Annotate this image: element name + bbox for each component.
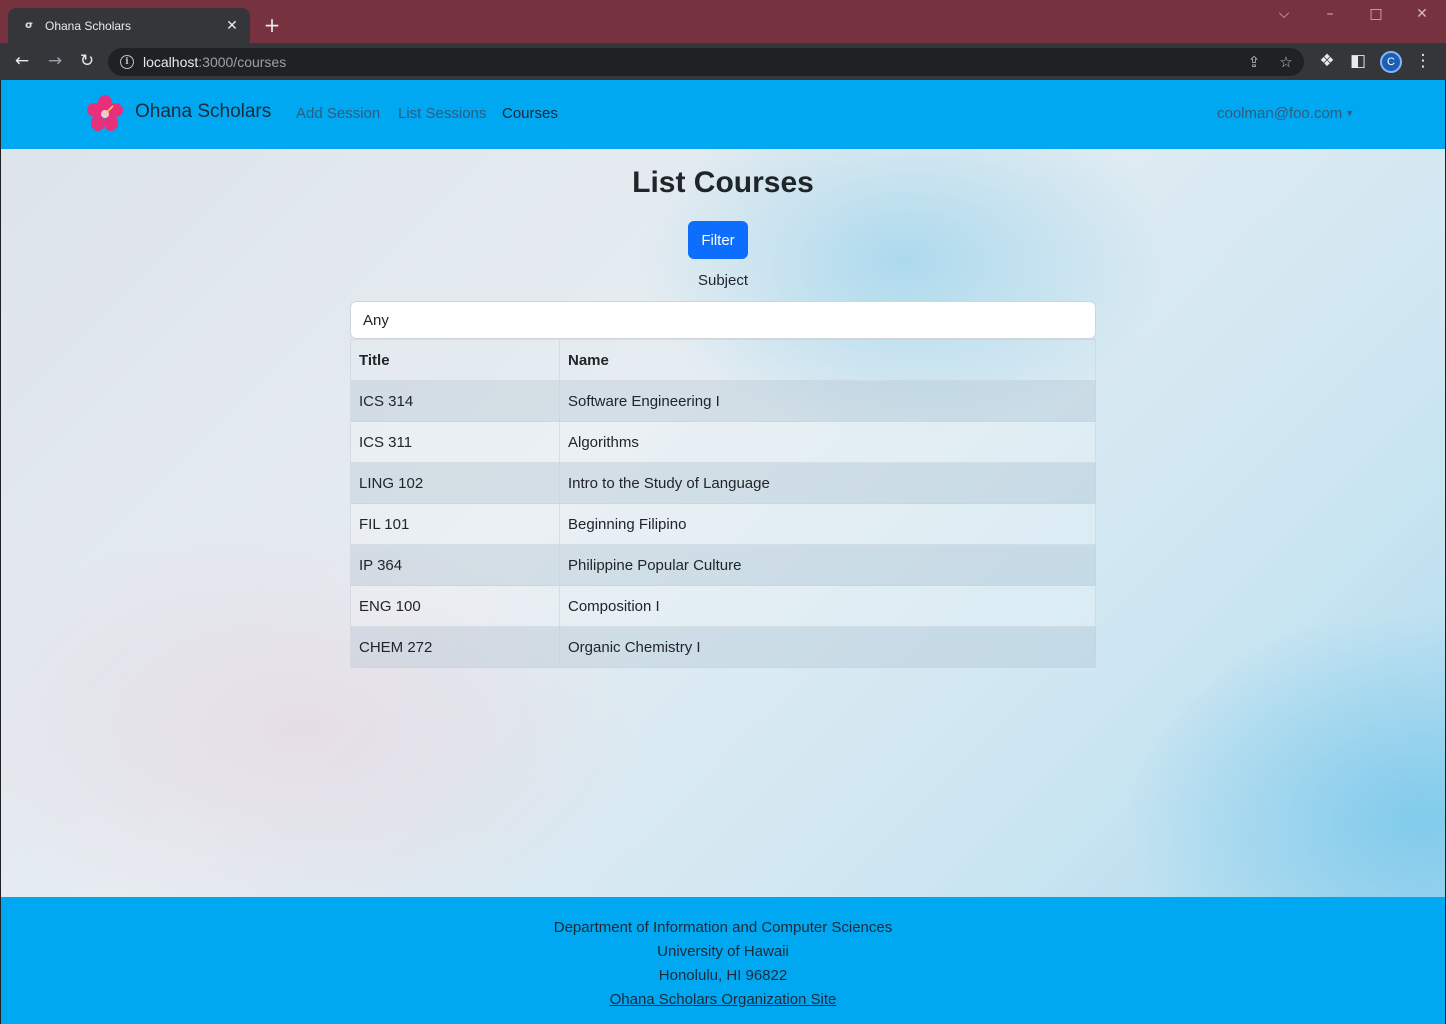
browser-tab[interactable]: σ Ohana Scholars ✕: [8, 8, 250, 43]
table-row: ENG 100 Composition I: [350, 585, 1096, 627]
course-title-cell: LING 102: [350, 462, 560, 504]
course-name-cell: Philippine Popular Culture: [559, 544, 1096, 586]
navbar: Ohana Scholars Add Session List Sessions…: [1, 80, 1445, 149]
course-title-cell: FIL 101: [350, 503, 560, 545]
course-name-cell: Intro to the Study of Language: [559, 462, 1096, 504]
table-row: CHEM 272 Organic Chemistry I: [350, 626, 1096, 668]
close-window-icon[interactable]: ✕: [1412, 6, 1432, 22]
column-header-name: Name: [559, 339, 1096, 381]
course-title-cell: ICS 314: [350, 380, 560, 422]
url-host: localhost: [143, 54, 199, 70]
course-name-cell: Beginning Filipino: [559, 503, 1096, 545]
page-title: List Courses: [632, 166, 814, 199]
table-row: ICS 311 Algorithms: [350, 421, 1096, 463]
table-row: IP 364 Philippine Popular Culture: [350, 544, 1096, 586]
course-title-cell: IP 364: [350, 544, 560, 586]
back-arrow-icon[interactable]: ←: [10, 49, 34, 73]
browser-toolbar: ← → ↻ i localhost:3000/courses ⇪ ☆ ❖ ◧ C…: [0, 43, 1446, 80]
course-title-cell: ENG 100: [350, 585, 560, 627]
course-title-cell: CHEM 272: [350, 626, 560, 668]
course-name-cell: Software Engineering I: [559, 380, 1096, 422]
table-row: LING 102 Intro to the Study of Language: [350, 462, 1096, 504]
course-name-cell: Composition I: [559, 585, 1096, 627]
footer-department: Department of Information and Computer S…: [553, 919, 893, 936]
footer-address: Honolulu, HI 96822: [658, 967, 788, 984]
nav-courses[interactable]: Courses: [502, 105, 558, 122]
table-row: FIL 101 Beginning Filipino: [350, 503, 1096, 545]
course-name-cell: Organic Chemistry I: [559, 626, 1096, 668]
bookmark-star-icon[interactable]: ☆: [1274, 48, 1298, 76]
footer-university: University of Hawaii: [657, 943, 789, 960]
tab-close-icon[interactable]: ✕: [224, 18, 240, 34]
user-dropdown[interactable]: coolman@foo.com ▼: [1217, 105, 1354, 122]
reload-icon[interactable]: ↻: [75, 49, 99, 73]
course-title-cell: ICS 311: [350, 421, 560, 463]
web-page: Ohana Scholars Add Session List Sessions…: [1, 80, 1445, 1024]
column-header-title: Title: [350, 339, 560, 381]
courses-table: Title Name ICS 314 Software Engineering …: [350, 339, 1096, 668]
nav-list-sessions[interactable]: List Sessions: [398, 105, 486, 122]
extensions-puzzle-icon[interactable]: ❖: [1315, 49, 1339, 73]
hibiscus-logo-icon[interactable]: [87, 95, 123, 131]
tab-title: Ohana Scholars: [45, 18, 132, 33]
course-name-cell: Algorithms: [559, 421, 1096, 463]
brand-name[interactable]: Ohana Scholars: [135, 101, 271, 123]
site-info-icon[interactable]: i: [120, 55, 134, 69]
url-path: :3000/courses: [198, 54, 287, 70]
nav-add-session[interactable]: Add Session: [296, 105, 380, 122]
user-email: coolman@foo.com: [1217, 105, 1343, 122]
caret-down-icon: ▼: [1345, 108, 1355, 118]
browser-titlebar: σ Ohana Scholars ✕ + ⌵ – □ ✕: [0, 0, 1446, 43]
table-row: ICS 314 Software Engineering I: [350, 380, 1096, 422]
filter-button[interactable]: Filter: [688, 221, 748, 259]
forward-arrow-icon[interactable]: →: [43, 49, 67, 73]
subject-select[interactable]: Any: [350, 301, 1096, 339]
minimize-icon[interactable]: –: [1320, 6, 1340, 22]
address-bar[interactable]: i localhost:3000/courses ⇪ ☆: [108, 48, 1304, 76]
footer: Department of Information and Computer S…: [1, 897, 1445, 1024]
table-header-row: Title Name: [350, 339, 1096, 381]
tab-search-chevron-icon[interactable]: ⌵: [1274, 6, 1294, 22]
share-icon[interactable]: ⇪: [1242, 48, 1266, 76]
footer-org-site-link[interactable]: Ohana Scholars Organization Site: [610, 991, 837, 1008]
side-panel-icon[interactable]: ◧: [1346, 49, 1370, 73]
maximize-icon[interactable]: □: [1366, 6, 1386, 22]
browser-menu-icon[interactable]: ⋮: [1411, 49, 1435, 73]
new-tab-plus-icon[interactable]: +: [260, 13, 284, 37]
site-favicon-icon: σ: [25, 20, 33, 31]
subject-label: Subject: [697, 272, 749, 289]
profile-avatar[interactable]: C: [1380, 51, 1402, 73]
